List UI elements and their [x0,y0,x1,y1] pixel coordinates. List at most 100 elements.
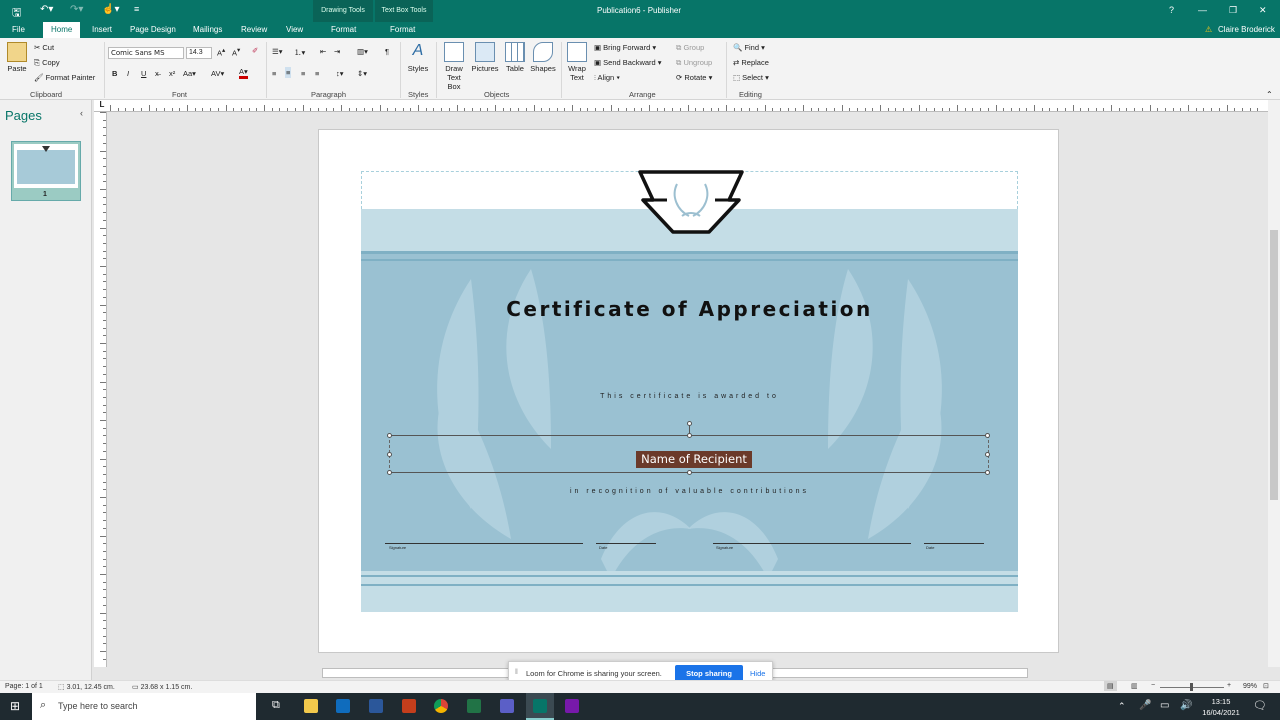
outlook-icon[interactable] [336,699,350,713]
align-left-button[interactable]: ≡ [272,69,276,78]
ungroup-button[interactable]: ⧉ Ungroup [676,58,712,68]
select-button[interactable]: ⬚ Select ▾ [733,73,769,82]
drag-handle-icon[interactable]: ‖ [515,669,518,676]
line-spacing-button[interactable]: ↕▾ [336,69,344,78]
show-formatting-button[interactable]: ¶ [385,47,389,56]
volume-icon[interactable]: 🔊 [1180,700,1192,711]
chrome-icon[interactable] [434,699,448,713]
tab-mailings[interactable]: Mailings [193,25,222,34]
undo-icon[interactable]: ↶▾ [40,4,53,15]
vertical-scrollbar[interactable] [1268,100,1280,667]
customize-qat-icon[interactable]: ≡ [134,4,139,14]
signature-label-2[interactable]: Signature [716,545,733,550]
rotate-button[interactable]: ⟳ Rotate ▾ [676,73,712,82]
draw-text-box-button[interactable]: Draw Text Box [440,42,468,91]
word-icon[interactable] [369,699,383,713]
tab-format-textbox[interactable]: Format [390,25,415,34]
restore-button[interactable]: ❐ [1229,5,1237,16]
microphone-icon[interactable]: 🎤 [1139,700,1151,711]
find-button[interactable]: 🔍 Find ▾ [733,43,765,52]
clear-formatting-icon[interactable]: ✐ [252,46,258,55]
tab-insert[interactable]: Insert [92,25,112,34]
task-view-icon[interactable]: ⧉ [272,699,280,712]
clock-date[interactable]: 16/04/2021 [1201,708,1241,717]
font-family-select[interactable]: Comic Sans MS [108,47,184,59]
clock-time[interactable]: 13:15 [1201,697,1241,706]
notifications-icon[interactable]: 🗨 [1253,699,1267,712]
tab-file[interactable]: File [12,25,25,34]
character-spacing-button[interactable]: AV▾ [211,69,224,78]
resize-handle[interactable] [387,470,392,475]
laurel-emblem[interactable] [637,170,745,236]
resize-handle[interactable] [387,433,392,438]
increase-indent-button[interactable]: ⇥ [334,47,340,56]
close-button[interactable]: ✕ [1259,5,1267,16]
taskbar-search[interactable]: ⌕ Type here to search [32,693,256,720]
signature-label-1[interactable]: Signature [389,545,406,550]
tab-page-design[interactable]: Page Design [130,25,176,34]
date-label-2[interactable]: Date [926,545,934,550]
tab-review[interactable]: Review [241,25,267,34]
bold-button[interactable]: B [112,69,117,78]
awarded-to-text[interactable]: This certificate is awarded to [361,393,1018,400]
tab-home[interactable]: Home [43,22,81,38]
recipient-text-box[interactable]: Name of Recipient [387,421,990,475]
resize-handle[interactable] [985,452,990,457]
wrap-text-button[interactable]: Wrap Text [564,42,590,82]
onenote-icon[interactable] [565,699,579,713]
user-name[interactable]: Claire Broderick [1218,25,1275,34]
paragraph-spacing-button[interactable]: ⇕▾ [357,69,367,78]
vertical-scroll-thumb[interactable] [1270,230,1278,500]
windows-start-icon[interactable]: ⊞ [10,699,20,713]
date-label-1[interactable]: Date [599,545,607,550]
show-hidden-icons[interactable]: ⌃ [1118,701,1126,712]
cut-button[interactable]: ✂ Cut [34,43,54,52]
network-icon[interactable]: ▭ [1160,700,1169,711]
justify-button[interactable]: ≡ [315,69,319,78]
zoom-level[interactable]: 99% [1243,683,1257,690]
minimize-button[interactable]: — [1198,5,1207,15]
send-backward-button[interactable]: ▣ Send Backward ▾ [594,58,662,67]
zoom-out-button[interactable]: − [1151,682,1155,689]
tab-view[interactable]: View [286,25,303,34]
vertical-ruler[interactable] [94,112,107,667]
zoom-slider-thumb[interactable] [1190,683,1193,691]
align-center-button[interactable]: ≡ [285,67,292,78]
numbering-button[interactable]: ⒈▾ [294,47,305,58]
publisher-icon[interactable] [533,699,547,713]
resize-handle[interactable] [985,433,990,438]
single-page-view-icon[interactable]: ▤ [1104,681,1117,691]
excel-icon[interactable] [467,699,481,713]
tab-format-drawing[interactable]: Format [331,25,356,34]
zoom-in-button[interactable]: + [1227,682,1231,689]
italic-button[interactable]: I [127,69,129,78]
collapse-ribbon-icon[interactable]: ⌃ [1266,90,1273,99]
resize-handle[interactable] [687,470,692,475]
certificate-title[interactable]: Certificate of Appreciation [361,297,1018,321]
font-color-button[interactable]: A▾ [239,67,248,79]
decrease-indent-button[interactable]: ⇤ [320,47,326,56]
styles-button[interactable]: A Styles [404,42,432,73]
resize-handle[interactable] [387,452,392,457]
help-button[interactable]: ? [1169,5,1174,15]
table-button[interactable]: Table [502,42,528,73]
font-size-select[interactable]: 14.3 [186,47,212,59]
paste-button[interactable]: Paste [5,42,29,73]
page-indicator[interactable]: Page: 1 of 1 [5,683,43,690]
format-painter-button[interactable]: 🖌 Format Painter [34,73,95,82]
bullets-button[interactable]: ☰▾ [272,47,283,56]
resize-handle[interactable] [985,470,990,475]
bring-forward-button[interactable]: ▣ Bring Forward ▾ [594,43,656,52]
ruler-corner[interactable]: L [94,100,110,112]
grow-font-icon[interactable]: A▴ [217,47,225,58]
shapes-button[interactable]: Shapes [529,42,557,73]
underline-button[interactable]: U [141,69,146,78]
hide-button[interactable]: Hide [750,669,765,678]
copy-button[interactable]: ⎘ Copy [34,58,60,68]
replace-button[interactable]: ⇄ Replace [733,58,769,67]
touch-mode-icon[interactable]: ☝▾ [102,4,119,15]
recipient-name[interactable]: Name of Recipient [636,451,752,468]
shrink-font-icon[interactable]: A▾ [232,47,240,58]
save-icon[interactable]: 🖫 [12,4,21,23]
strikethrough-button[interactable]: x̶ [155,69,159,78]
